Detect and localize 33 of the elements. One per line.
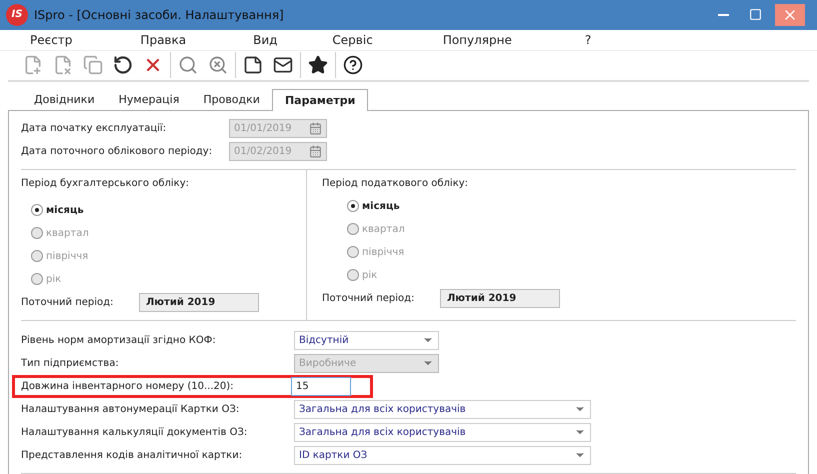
group-title: Період бухгалтерського обліку:	[21, 178, 189, 189]
field-label: Дата початку експлуатації:	[21, 122, 168, 134]
maximize-icon	[748, 8, 762, 22]
dropdown[interactable]: Загальна для всіх користувачів	[294, 400, 591, 419]
menu-item[interactable]: Вид	[253, 32, 278, 47]
field-label: Довжина інвентарного номеру (10...20):	[21, 380, 235, 392]
input-field[interactable]: 15	[291, 376, 351, 396]
field-label: Дата поточного облікового періоду:	[21, 146, 214, 157]
field-label: Тип підприємства:	[21, 358, 120, 369]
dropdown[interactable]: ID картки ОЗ	[294, 446, 591, 465]
tab[interactable]: Параметри	[272, 88, 368, 111]
group-title: Період податкового обліку:	[322, 178, 468, 189]
menu-item[interactable]: Популярне	[442, 32, 512, 47]
field-label: Поточний період:	[21, 296, 114, 308]
field-label: Представлення кодів аналітичної картки:	[21, 450, 244, 461]
menu-item[interactable]: Правка	[140, 32, 186, 47]
current-period-field: Лютий 2019	[139, 292, 259, 312]
menu-item[interactable]: ?	[584, 32, 592, 47]
field-label: Рівень норм амортизації згідно КОФ:	[21, 334, 217, 346]
field-label: Налаштування автонумерації Картки ОЗ:	[21, 404, 240, 415]
radio-option[interactable]: місяць	[21, 198, 306, 222]
close-button[interactable]	[775, 4, 805, 26]
dropdown[interactable]: Відсутній	[294, 330, 439, 350]
dropdown[interactable]: Загальна для всіх користувачів	[294, 422, 591, 442]
field-label: Поточний період:	[322, 292, 416, 304]
current-period-field: Лютий 2019	[440, 288, 560, 308]
field-label: Налаштування калькуляції документів ОЗ:	[21, 426, 248, 438]
window-title: ISpro - [Основні засоби. Налаштування]	[34, 8, 285, 22]
menu-item[interactable]: Реєстр	[30, 32, 72, 47]
minimize-icon	[718, 14, 728, 16]
radio-option[interactable]: місяць	[322, 194, 796, 218]
menu-item[interactable]: Сервіс	[332, 32, 373, 47]
app-logo: IS	[6, 4, 28, 26]
